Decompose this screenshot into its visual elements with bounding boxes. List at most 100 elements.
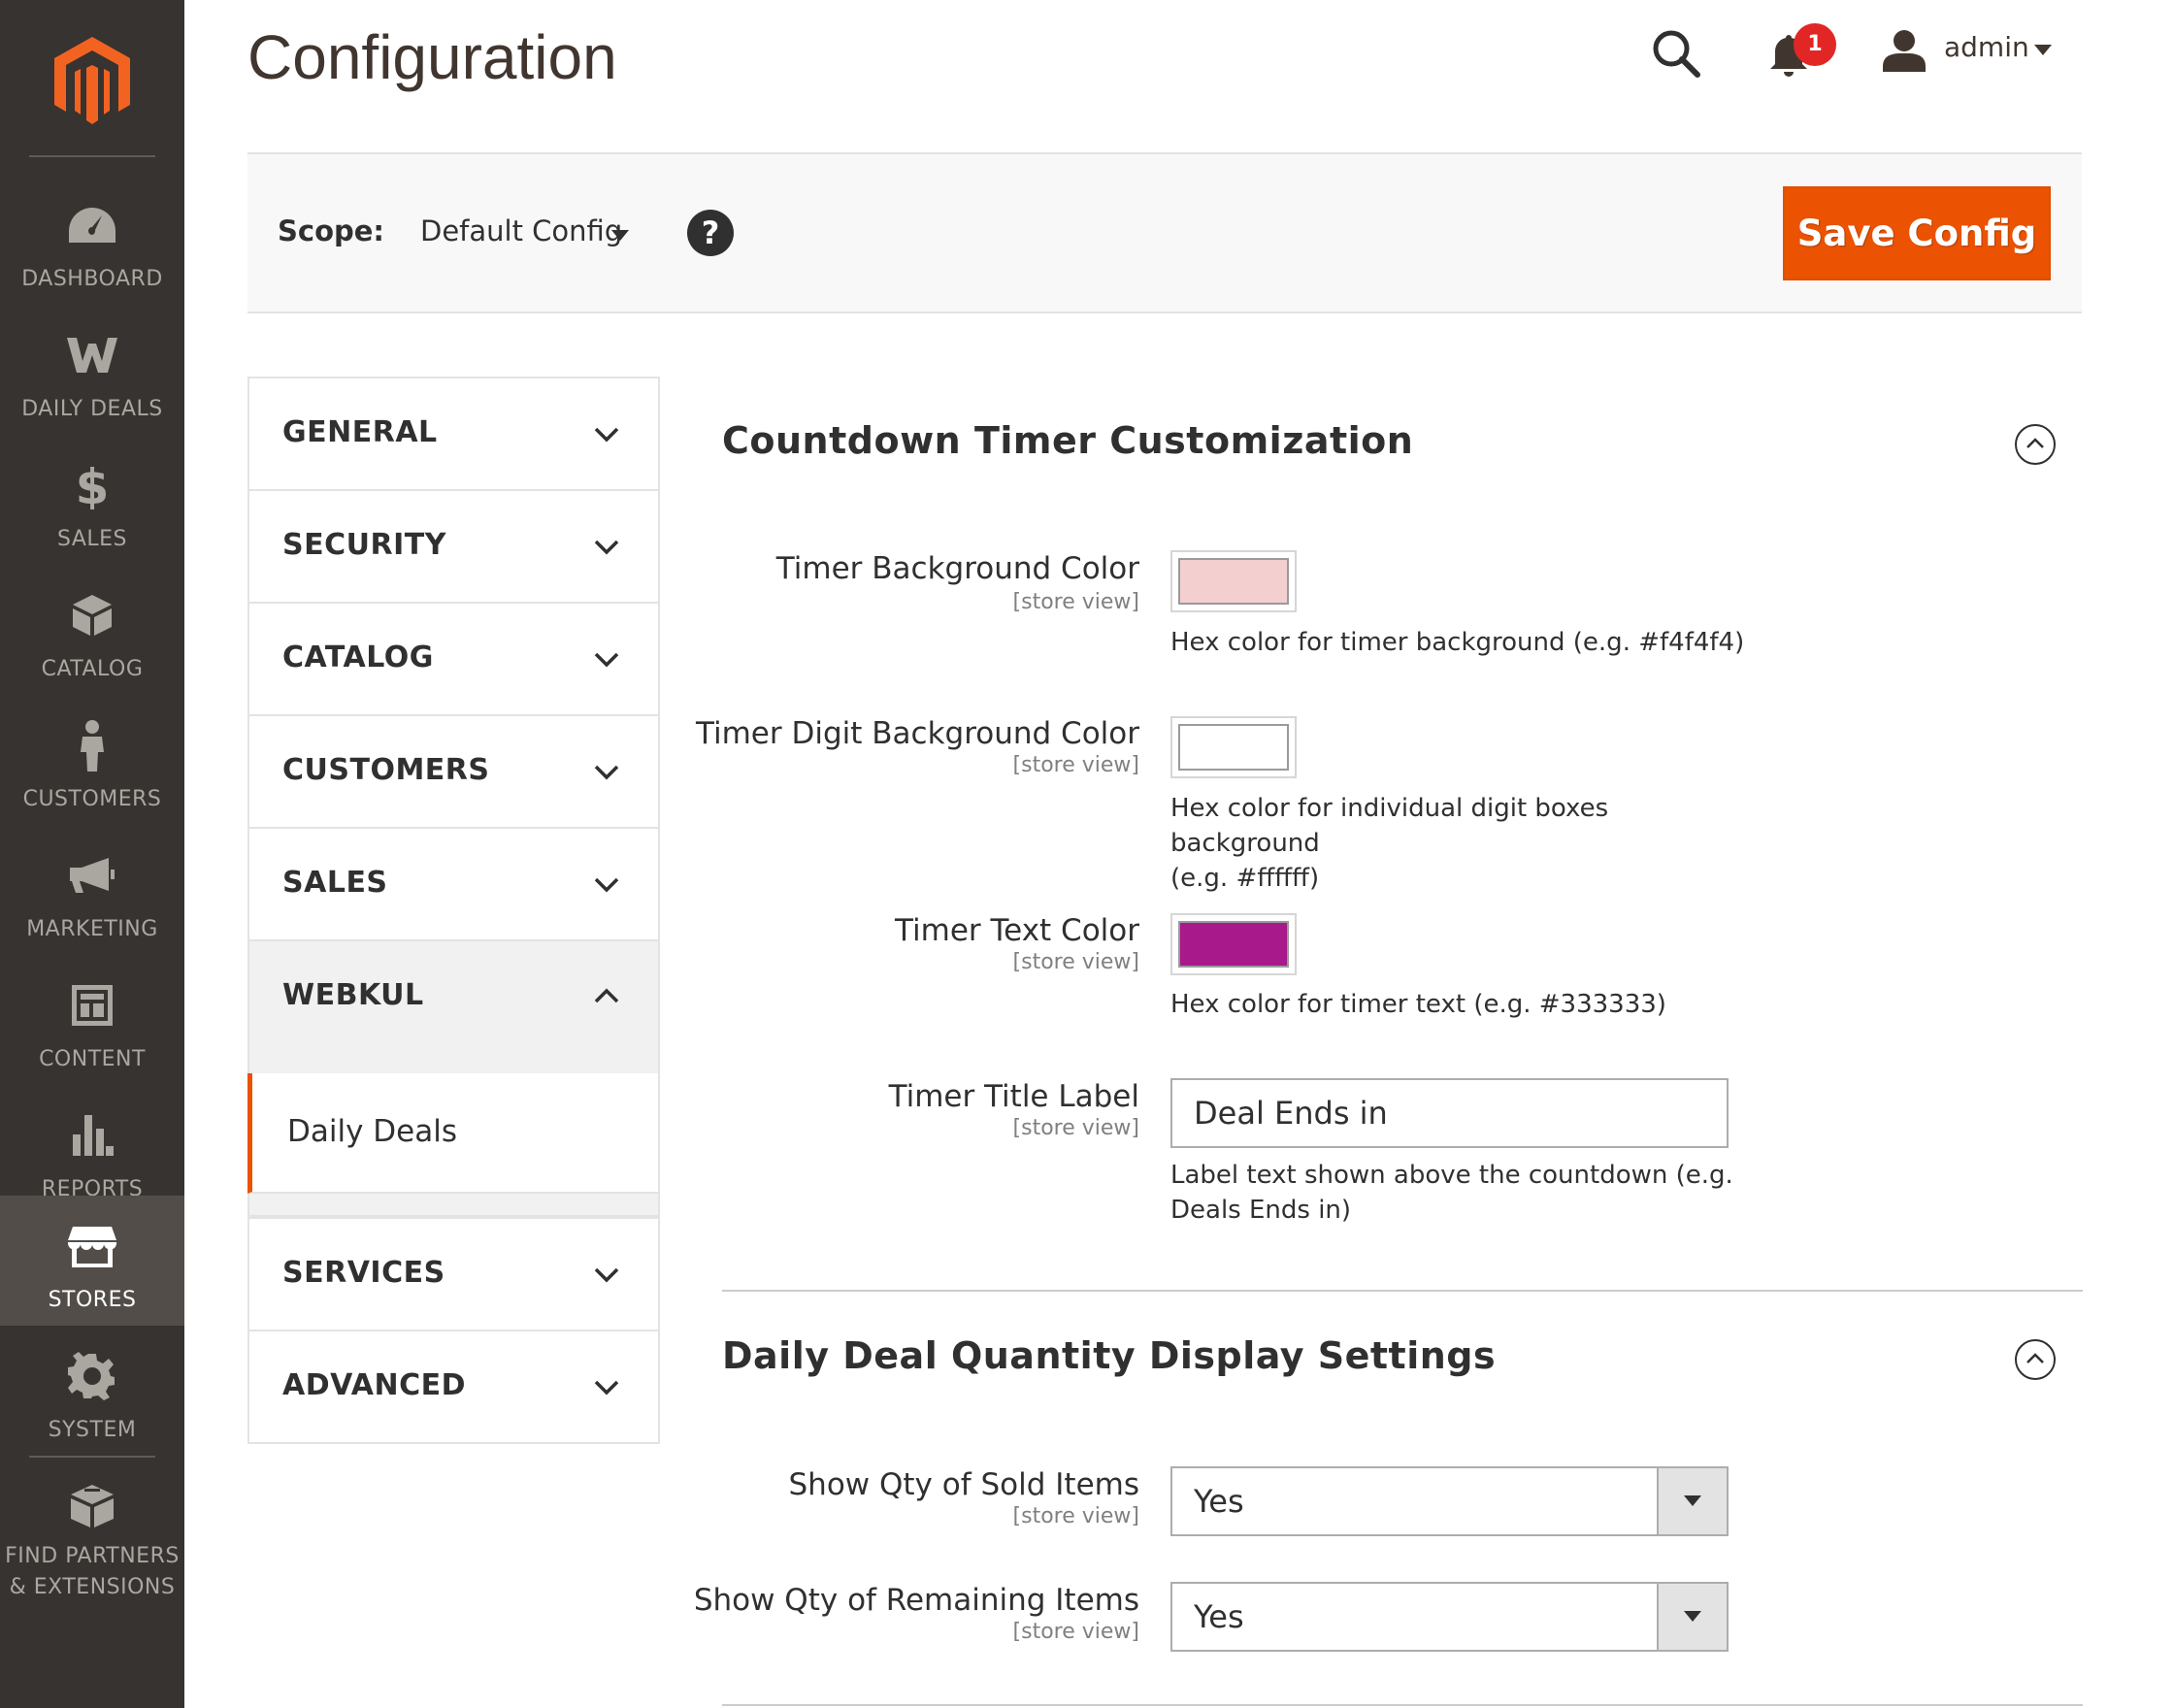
tab-webkul[interactable]: WEBKUL: [247, 939, 660, 1056]
tab-label: CUSTOMERS: [282, 753, 490, 787]
section-divider: [722, 1704, 2083, 1706]
menu-item-label: DAILY DEALS: [21, 397, 163, 421]
menu-item-stores[interactable]: STORES: [0, 1196, 184, 1326]
tab-general[interactable]: GENERAL: [247, 377, 660, 491]
chevron-down-icon[interactable]: [1657, 1468, 1727, 1534]
chevron-down-icon: [594, 427, 619, 443]
field-label: Timer Digit Background Color: [696, 716, 1139, 751]
tab-group-spacer: [247, 1054, 660, 1073]
svg-text:$: $: [76, 461, 110, 509]
admin-menu: DASHBOARD DAILY DEALS $ SALES CATALOG CU…: [0, 0, 184, 1708]
menu-item-sales[interactable]: $ SALES: [0, 435, 184, 565]
chevron-down-icon: [594, 1380, 619, 1396]
dollar-icon: $: [63, 458, 121, 512]
field-label: Show Qty of Sold Items: [788, 1467, 1140, 1502]
menu-item-find-partners[interactable]: FIND PARTNERS & EXTENSIONS: [0, 1463, 184, 1609]
menu-item-label: STORES: [48, 1288, 137, 1312]
field-note: Hex color for timer background (e.g. #f4…: [1170, 628, 1745, 657]
person-icon: [63, 718, 121, 772]
section-divider: [722, 1290, 2083, 1292]
chevron-down-icon: [594, 540, 619, 555]
timer-digit-bg-color-picker[interactable]: [1170, 716, 1297, 778]
field-scope: [store view]: [1012, 950, 1139, 974]
menu-divider: [29, 1456, 155, 1458]
notification-badge[interactable]: 1: [1794, 23, 1836, 66]
field-label: Timer Background Color: [775, 551, 1139, 586]
tab-services[interactable]: SERVICES: [247, 1217, 660, 1331]
color-swatch: [1178, 921, 1289, 968]
menu-item-label: SYSTEM: [48, 1418, 137, 1442]
webkul-icon: [63, 328, 121, 382]
scope-bar: Scope: Default Config ? Save Config: [247, 152, 2082, 313]
subtab-daily-deals[interactable]: Daily Deals: [247, 1073, 660, 1194]
chevron-up-icon: [594, 988, 619, 1003]
storefront-icon: [63, 1219, 121, 1273]
tab-label: SALES: [282, 866, 388, 900]
section-title-countdown[interactable]: Countdown Timer Customization: [722, 419, 1413, 462]
tab-group-spacer: [247, 1194, 660, 1217]
chevron-down-icon[interactable]: [2034, 45, 2052, 55]
section-title-qty-display[interactable]: Daily Deal Quantity Display Settings: [722, 1334, 1496, 1377]
color-swatch: [1178, 558, 1289, 605]
megaphone-icon: [63, 848, 121, 903]
menu-item-catalog[interactable]: CATALOG: [0, 565, 184, 695]
field-note-line2: Deals Ends in): [1170, 1196, 1352, 1225]
select-value: Yes: [1194, 1483, 1244, 1520]
tab-sales[interactable]: SALES: [247, 827, 660, 941]
field-note-line2: (e.g. #ffffff): [1170, 864, 1320, 893]
collapse-section-icon[interactable]: [2015, 424, 2056, 465]
menu-item-label: FIND PARTNERS & EXTENSIONS: [0, 1541, 184, 1603]
username[interactable]: admin: [1944, 31, 2029, 63]
field-note: Hex color for individual digit boxes bac…: [1170, 791, 1753, 896]
timer-bg-color-picker[interactable]: [1170, 550, 1297, 612]
chevron-down-icon: [594, 765, 619, 780]
field-scope: [store view]: [1012, 1116, 1139, 1140]
chevron-down-icon: [594, 877, 619, 893]
page-title: Configuration: [247, 22, 617, 92]
field-scope: [store view]: [1012, 1620, 1139, 1644]
user-icon[interactable]: [1881, 27, 1927, 74]
menu-item-label-line2: & EXTENSIONS: [9, 1575, 176, 1599]
menu-item-content[interactable]: CONTENT: [0, 955, 184, 1085]
gear-icon: [63, 1349, 121, 1403]
menu-item-customers[interactable]: CUSTOMERS: [0, 695, 184, 825]
tab-security[interactable]: SECURITY: [247, 489, 660, 604]
menu-item-dashboard[interactable]: DASHBOARD: [0, 175, 184, 305]
show-qty-remaining-select[interactable]: Yes: [1170, 1582, 1729, 1652]
collapse-section-icon[interactable]: [2015, 1339, 2056, 1380]
timer-title-label-input[interactable]: Deal Ends in: [1170, 1078, 1729, 1148]
scope-label: Scope:: [278, 214, 385, 247]
search-icon[interactable]: [1650, 27, 1702, 80]
field-label: Timer Title Label: [888, 1079, 1139, 1114]
menu-item-label: SALES: [56, 527, 128, 551]
menu-item-system[interactable]: SYSTEM: [0, 1326, 184, 1456]
tab-label: CATALOG: [282, 640, 434, 674]
field-note-line1: Label text shown above the countdown (e.…: [1170, 1161, 1733, 1190]
help-icon[interactable]: ?: [687, 210, 734, 256]
menu-divider: [29, 155, 155, 157]
menu-item-label: CUSTOMERS: [22, 787, 162, 811]
menu-item-daily-deals[interactable]: DAILY DEALS: [0, 305, 184, 435]
tab-customers[interactable]: CUSTOMERS: [247, 714, 660, 829]
bar-chart-icon: [63, 1108, 121, 1163]
color-swatch: [1178, 724, 1289, 771]
field-scope: [store view]: [1012, 753, 1139, 777]
field-label: Timer Text Color: [895, 913, 1139, 948]
scope-switcher[interactable]: Default Config: [420, 214, 622, 247]
timer-text-color-picker[interactable]: [1170, 913, 1297, 975]
save-config-button[interactable]: Save Config: [1783, 186, 2051, 280]
tab-catalog[interactable]: CATALOG: [247, 602, 660, 716]
tab-label: SECURITY: [282, 528, 446, 562]
chevron-down-icon[interactable]: [1657, 1584, 1727, 1650]
dashboard-icon: [63, 198, 121, 252]
show-qty-sold-select[interactable]: Yes: [1170, 1466, 1729, 1536]
field-note-line1: Hex color for individual digit boxes bac…: [1170, 794, 1609, 858]
menu-item-marketing[interactable]: MARKETING: [0, 825, 184, 955]
menu-item-label: DASHBOARD: [21, 267, 163, 291]
chevron-down-icon: [594, 1267, 619, 1283]
chevron-down-icon[interactable]: [611, 230, 629, 241]
blocks-icon: [63, 1479, 121, 1533]
magento-logo-icon[interactable]: [49, 33, 136, 130]
field-note: Hex color for timer text (e.g. #333333): [1170, 990, 1666, 1019]
tab-advanced[interactable]: ADVANCED: [247, 1330, 660, 1444]
